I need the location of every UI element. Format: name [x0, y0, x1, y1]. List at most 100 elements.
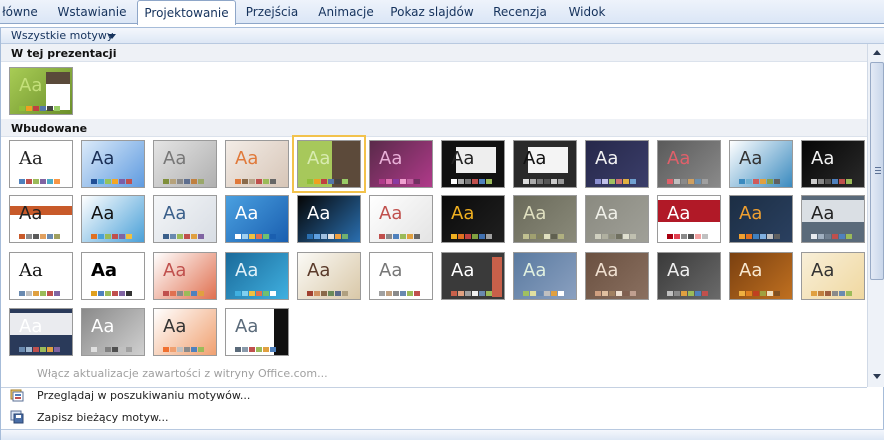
color-swatch [191, 234, 197, 239]
color-swatch [558, 234, 564, 239]
theme-thumb[interactable]: Aa [657, 195, 721, 243]
menu-separator [1, 387, 867, 388]
theme-thumb[interactable]: Aa [729, 252, 793, 300]
color-swatch [191, 179, 197, 184]
color-swatch [26, 179, 32, 184]
tab-slideshow[interactable]: Pokaz slajdów [388, 0, 476, 24]
thumb-sample-text: Aa [163, 203, 187, 224]
theme-thumb[interactable]: Aa [441, 195, 505, 243]
color-swatch [407, 291, 413, 296]
color-swatch [414, 234, 420, 239]
theme-thumb[interactable]: Aa [153, 195, 217, 243]
color-swatch [54, 234, 60, 239]
theme-thumb[interactable]: Aa [585, 195, 649, 243]
color-swatch [523, 234, 529, 239]
thumb-sample-text: Aa [523, 148, 547, 169]
theme-thumb-current[interactable]: Aa [9, 67, 73, 115]
color-swatch [26, 291, 32, 296]
tab-home[interactable]: łówne [0, 0, 40, 24]
tab-design[interactable]: Projektowanie [137, 0, 236, 25]
gallery-scrollbar[interactable] [867, 44, 884, 387]
scroll-up-icon[interactable] [870, 46, 884, 60]
gallery-filter-bar[interactable]: Wszystkie motywy [1, 27, 884, 44]
theme-thumb[interactable]: Aa [9, 140, 73, 188]
theme-thumb[interactable]: Aa [292, 135, 366, 193]
theme-thumb[interactable]: Aa [801, 252, 865, 300]
theme-thumb[interactable]: Aa [9, 195, 73, 243]
theme-thumb[interactable]: Aa [297, 252, 361, 300]
theme-thumb[interactable]: Aa [9, 252, 73, 300]
theme-thumb[interactable]: Aa [81, 195, 145, 243]
color-swatch [609, 179, 615, 184]
theme-thumb[interactable]: Aa [81, 308, 145, 356]
browse-themes-icon [10, 389, 24, 402]
tab-insert[interactable]: Wstawianie [52, 0, 132, 24]
color-swatch [702, 179, 708, 184]
tab-transitions[interactable]: Przejścia [242, 0, 302, 24]
theme-thumb[interactable]: Aa [225, 252, 289, 300]
menu-browse-themes[interactable]: Przeglądaj w poszukiwaniu motywów... [37, 389, 250, 402]
thumb-sample-text: Aa [163, 260, 187, 281]
color-swatch [184, 347, 190, 352]
ribbon-tab-bar: łówne Wstawianie Projektowanie Przejścia… [0, 0, 884, 25]
theme-thumb[interactable]: Aa [81, 252, 145, 300]
tab-view[interactable]: Widok [562, 0, 612, 24]
color-swatch [818, 291, 824, 296]
theme-thumb[interactable]: Aa [369, 195, 433, 243]
theme-thumb[interactable]: Aa [441, 252, 505, 300]
theme-thumb[interactable]: Aa [441, 140, 505, 188]
theme-thumb[interactable]: Aa [153, 308, 217, 356]
color-swatch [407, 179, 413, 184]
theme-thumb[interactable]: Aa [657, 140, 721, 188]
tab-animations[interactable]: Animacje [312, 0, 380, 24]
theme-thumb[interactable]: Aa [153, 140, 217, 188]
color-swatch [54, 179, 60, 184]
gallery-filter-label[interactable]: Wszystkie motywy [11, 29, 113, 42]
scroll-thumb[interactable] [870, 62, 884, 280]
color-swatch [688, 234, 694, 239]
thumb-sample-text: Aa [235, 148, 259, 169]
theme-thumb[interactable]: Aa [585, 140, 649, 188]
color-swatch [307, 291, 313, 296]
thumb-sample-text: Aa [307, 203, 331, 224]
color-swatch [40, 347, 46, 352]
color-swatch [616, 234, 622, 239]
gallery-resize-grip[interactable] [1, 429, 884, 440]
menu-save-theme[interactable]: Zapisz bieżący motyw... [37, 411, 168, 424]
theme-thumb[interactable]: Aa [225, 195, 289, 243]
menu-enable-updates: Włącz aktualizacje zawartości z witryny … [37, 367, 328, 380]
theme-thumb[interactable]: Aa [513, 140, 577, 188]
tab-review[interactable]: Recenzja [488, 0, 552, 24]
theme-thumb[interactable]: Aa [801, 140, 865, 188]
theme-thumb[interactable]: Aa [225, 308, 289, 356]
theme-thumb[interactable]: Aa [369, 140, 433, 188]
thumb-sample-text: Aa [595, 148, 619, 169]
color-swatch [479, 179, 485, 184]
color-swatch [551, 179, 557, 184]
color-swatch [746, 179, 752, 184]
theme-thumb[interactable]: Aa [153, 252, 217, 300]
color-swatch [681, 291, 687, 296]
theme-thumb[interactable]: Aa [297, 195, 361, 243]
theme-thumb[interactable]: Aa [657, 252, 721, 300]
thumb-accent [46, 72, 70, 84]
color-swatch [623, 179, 629, 184]
theme-thumb[interactable]: Aa [9, 308, 73, 356]
theme-thumb[interactable]: Aa [585, 252, 649, 300]
theme-thumb[interactable]: Aa [513, 195, 577, 243]
dropdown-arrow-icon[interactable] [108, 34, 116, 39]
theme-thumb[interactable]: Aa [513, 252, 577, 300]
color-swatch [328, 291, 334, 296]
theme-thumb[interactable]: Aa [729, 195, 793, 243]
color-swatch [98, 179, 104, 184]
color-swatch [530, 234, 536, 239]
theme-thumb[interactable]: Aa [729, 140, 793, 188]
theme-thumb[interactable]: Aa [801, 195, 865, 243]
color-swatch [242, 347, 248, 352]
theme-thumb[interactable]: Aa [81, 140, 145, 188]
theme-thumb[interactable]: Aa [369, 252, 433, 300]
color-swatch [774, 291, 780, 296]
theme-thumb[interactable]: Aa [225, 140, 289, 188]
color-swatch [54, 347, 60, 352]
scroll-down-icon[interactable] [870, 370, 884, 384]
